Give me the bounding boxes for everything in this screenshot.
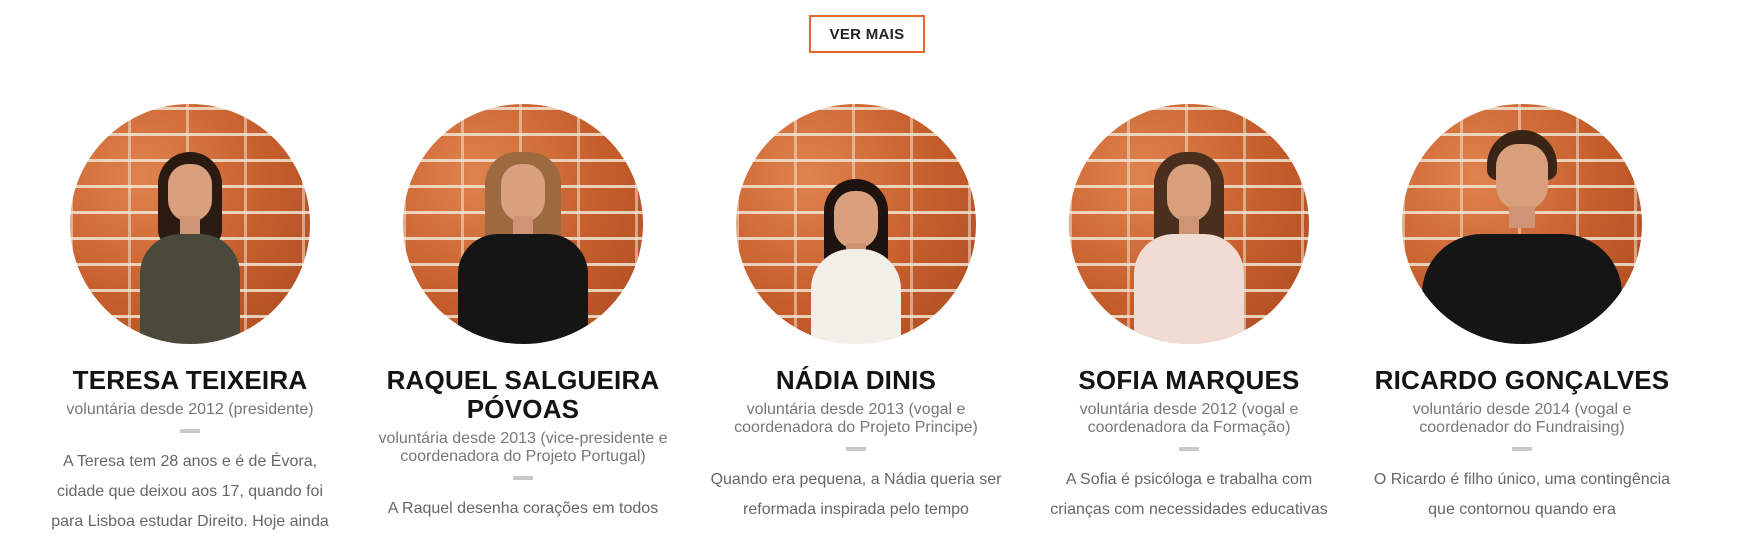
member-bio: O Ricardo é filho único, uma contingênci… bbox=[1373, 471, 1671, 518]
team-member-card: SOFIA MARQUES voluntária desde 2012 (vog… bbox=[1029, 104, 1349, 525]
member-role: voluntária desde 2012 (vogal e coordenad… bbox=[1079, 401, 1299, 436]
member-bio: A Teresa tem 28 anos e é de Évora, cidad… bbox=[51, 453, 329, 530]
member-bio: A Sofia é psicóloga e trabalha com crian… bbox=[1050, 471, 1328, 518]
ver-mais-button[interactable]: VER MAIS bbox=[809, 15, 925, 53]
member-photo bbox=[403, 104, 643, 344]
member-bio: Quando era pequena, a Nádia queria ser r… bbox=[710, 471, 1002, 518]
member-name: TERESA TEIXEIRA bbox=[72, 365, 308, 395]
team-member-card: NÁDIA DINIS voluntária desde 2013 (vogal… bbox=[696, 104, 1016, 525]
member-role: voluntária desde 2013 (vice-presidente e… bbox=[378, 430, 668, 465]
member-photo bbox=[1069, 104, 1309, 344]
team-member-card: RICARDO GONÇALVES voluntário desde 2014 … bbox=[1362, 104, 1682, 525]
divider bbox=[1512, 447, 1532, 451]
member-name: RICARDO GONÇALVES bbox=[1374, 365, 1670, 395]
team-member-card: RAQUEL SALGUEIRA PÓVOAS voluntária desde… bbox=[363, 104, 683, 524]
member-name: SOFIA MARQUES bbox=[1078, 365, 1300, 395]
member-photo bbox=[70, 104, 310, 344]
member-role: voluntária desde 2013 (vogal e coordenad… bbox=[734, 401, 978, 436]
team-member-card: TERESA TEIXEIRA voluntária desde 2012 (p… bbox=[30, 104, 350, 537]
divider bbox=[1179, 447, 1199, 451]
member-role: voluntário desde 2014 (vogal e coordenad… bbox=[1412, 401, 1632, 436]
divider bbox=[180, 429, 200, 433]
member-role: voluntária desde 2012 (presidente) bbox=[66, 401, 314, 418]
member-name: NÁDIA DINIS bbox=[775, 365, 937, 395]
member-photo bbox=[1402, 104, 1642, 344]
divider bbox=[846, 447, 866, 451]
member-bio: A Raquel desenha corações em todos bbox=[387, 500, 659, 517]
member-photo bbox=[736, 104, 976, 344]
divider bbox=[513, 476, 533, 480]
member-name: RAQUEL SALGUEIRA PÓVOAS bbox=[386, 365, 660, 424]
